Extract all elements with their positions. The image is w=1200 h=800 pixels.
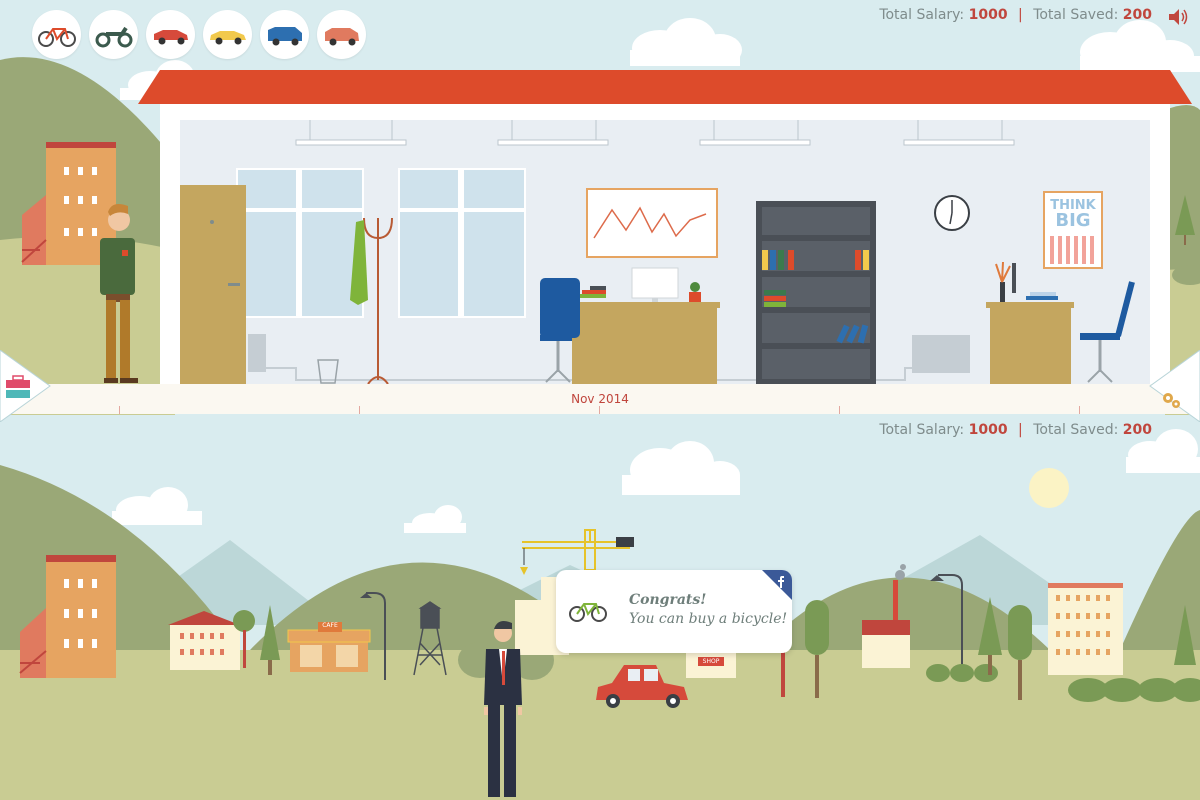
bicycle-icon [569,603,607,622]
tree [1008,605,1032,660]
shop-sign: SHOP [702,658,720,665]
facebook-share-icon[interactable] [762,570,792,600]
bookshelf [756,201,876,385]
poster-text: THINK BIG [1050,198,1096,231]
cafe-sign: CAFE [322,622,338,629]
cloud [404,505,466,533]
sound-icon[interactable] [1166,6,1190,28]
salary-value: 1000 [968,7,1008,23]
office-scene: Total Salary: 1000 | Total Saved: 200 No… [0,0,1200,415]
toolbox-button[interactable] [0,350,52,422]
yellow-car-icon [209,30,246,44]
wall-clock [934,195,970,231]
cloud [622,441,740,495]
cloud [630,18,742,66]
popup-title: Congrats! [629,592,707,608]
saved-value: 200 [1122,7,1152,23]
salary-label: Total Salary: [879,7,965,23]
timeline-date: Nov 2014 [571,392,629,406]
saved-value: 200 [1122,422,1152,438]
office-window [236,168,364,318]
cafe [287,622,371,672]
popup-message: You can buy a bicycle! [629,611,788,627]
salary-label: Total Salary: [879,422,965,438]
blue-suv-icon [267,26,302,45]
wall-chart [586,188,718,258]
scooter-icon [95,26,132,47]
office-background [0,18,1200,415]
vehicle-blue-suv-button[interactable] [260,10,309,59]
desk [568,302,720,385]
vehicle-red-car-button[interactable] [146,10,195,59]
vehicle-scooter-button[interactable] [89,10,138,59]
red-car-icon [153,29,188,44]
stats-top: Total Salary: 1000 | Total Saved: 200 [879,7,1152,23]
shop [686,653,736,678]
saved-label: Total Saved: [1033,422,1119,438]
salary-value: 1000 [968,422,1008,438]
saved-label: Total Saved: [1033,7,1119,23]
timeline-bar[interactable]: Nov 2014 [0,384,1200,414]
sun [1029,468,1069,508]
apartment-building [1048,583,1123,675]
stats-separator: | [1018,422,1023,438]
computer-monitor [631,267,679,302]
congrats-popup[interactable]: Congrats! You can buy a bicycle! [556,570,792,653]
stats-separator: | [1018,7,1023,23]
tree [805,600,829,655]
office-roof [138,70,1192,104]
cloud [112,487,202,525]
settings-button[interactable] [1148,350,1200,422]
vehicle-selector [32,10,366,59]
vehicle-salmon-suv-button[interactable] [317,10,366,59]
salmon-suv-icon [324,27,359,45]
office-window [398,168,526,318]
stats-bottom: Total Salary: 1000 | Total Saved: 200 [879,422,1152,438]
vehicle-bicycle-button[interactable] [32,10,81,59]
office-door [180,185,246,385]
poster-line-2: BIG [1055,210,1091,231]
desk [986,302,1074,385]
bicycle-icon [37,27,76,47]
vehicle-yellow-car-button[interactable] [203,10,252,59]
